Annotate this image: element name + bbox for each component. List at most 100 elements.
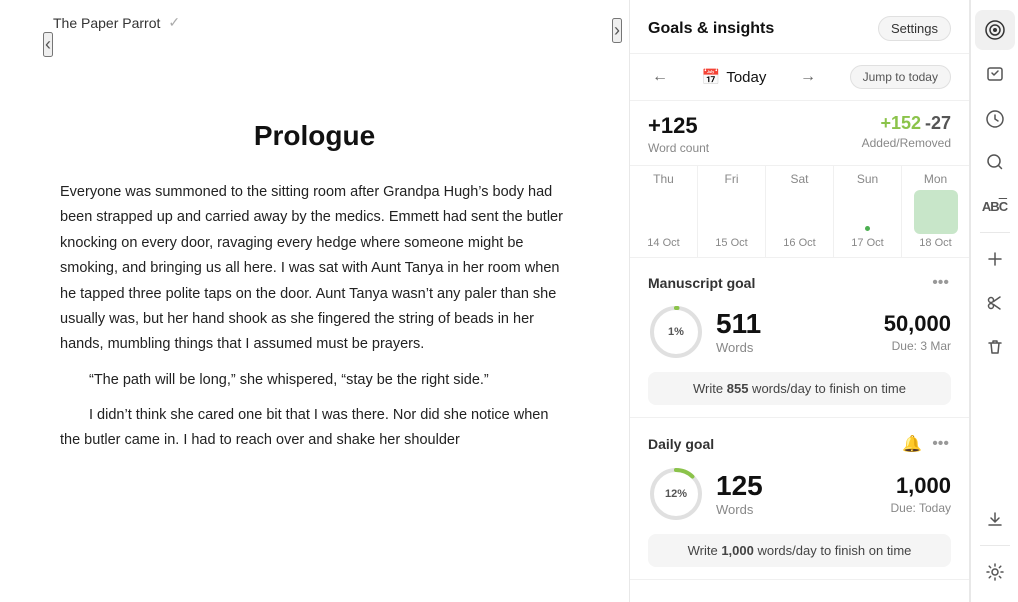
manuscript-cta-button[interactable]: Write 855 words/day to finish on time <box>648 372 951 405</box>
cal-day-dot <box>865 226 870 231</box>
prev-date-button[interactable]: ← <box>648 64 672 90</box>
daily-numbers: 125 Words <box>716 472 763 517</box>
daily-cta-bold: 1,000 <box>721 543 754 558</box>
cal-day-date: 16 Oct <box>783 237 815 249</box>
manuscript-goal-main: 1% 511 Words 50,000 Due: 3 Mar <box>648 304 951 360</box>
manuscript-goal-title: Manuscript goal <box>648 275 755 291</box>
download-icon-button[interactable] <box>975 499 1015 539</box>
manuscript-goal-actions: ••• <box>930 272 951 294</box>
cal-day-date: 18 Oct <box>919 237 951 249</box>
settings-icon-button[interactable] <box>975 552 1015 592</box>
calendar-day[interactable]: Sat16 Oct <box>766 166 834 257</box>
manuscript-goal-header: Manuscript goal ••• <box>648 272 951 294</box>
cal-day-name: Fri <box>725 172 739 186</box>
calendar-day[interactable]: Sun17 Oct <box>834 166 902 257</box>
daily-cta-end: words/day to finish on time <box>754 543 912 558</box>
added-count: +152 <box>880 113 921 134</box>
paragraph-1: Everyone was summoned to the sitting roo… <box>60 180 569 358</box>
word-count-section: +125 Word count <box>648 113 709 155</box>
sidebar-divider-1 <box>980 232 1010 233</box>
goals-settings-button[interactable]: Settings <box>878 16 951 41</box>
daily-goal-header: Daily goal 🔔 ••• <box>648 432 951 456</box>
removed-count: -27 <box>925 113 951 134</box>
daily-percent-label: 12% <box>665 488 687 500</box>
calendar-day[interactable]: Mon 18 Oct <box>902 166 969 257</box>
manuscript-due-label: Due: 3 Mar <box>892 339 951 353</box>
cal-day-box <box>710 190 754 234</box>
target-icon <box>985 20 1005 40</box>
calendar-day[interactable]: Fri 15 Oct <box>698 166 766 257</box>
manuscript-goal-card: Manuscript goal ••• 1% 511 Words <box>630 258 969 418</box>
manuscript-target: 50,000 Due: 3 Mar <box>884 311 951 353</box>
manuscript-cta-end: words/day to finish on time <box>748 381 906 396</box>
settings-icon <box>985 562 1005 582</box>
spellcheck-icon-button[interactable]: ABC <box>975 186 1015 226</box>
checklist-icon-button[interactable] <box>975 54 1015 94</box>
clock-icon-button[interactable] <box>975 98 1015 138</box>
next-date-button[interactable]: → <box>796 64 820 90</box>
daily-goal-bell-button[interactable]: 🔔 <box>900 432 924 456</box>
cal-day-box <box>914 190 958 234</box>
writing-area: ‹ The Paper Parrot ✓ › Prologue Everyone… <box>0 0 630 602</box>
paragraph-3: I didn’t think she cared one bit that I … <box>60 403 569 454</box>
manuscript-goal-circle: 1% <box>648 304 704 360</box>
daily-due-label: Due: Today <box>891 501 952 515</box>
calendar-strip: Thu 14 Oct Fri 15 Oct Sat16 OctSun17 Oct Mon 1… <box>630 166 969 258</box>
clock-icon <box>985 108 1005 128</box>
manuscript-goal-more-button[interactable]: ••• <box>930 272 951 294</box>
scissors-icon <box>985 293 1005 313</box>
plus-icon <box>985 249 1005 269</box>
cal-day-date: 15 Oct <box>715 237 747 249</box>
cal-day-box <box>642 190 686 234</box>
goals-title: Goals & insights <box>648 20 774 38</box>
daily-goal-more-button[interactable]: ••• <box>930 433 951 455</box>
word-count-number: +125 <box>648 113 709 139</box>
manuscript-target-number: 50,000 <box>884 311 951 337</box>
search-icon <box>985 152 1005 172</box>
daily-goal-main: 12% 125 Words 1,000 Due: Today <box>648 466 951 522</box>
sidebar-divider-2 <box>980 545 1010 546</box>
checklist-icon <box>985 64 1005 84</box>
date-center: 📅 Today <box>702 68 767 86</box>
cal-day-name: Thu <box>653 172 674 186</box>
next-doc-button[interactable]: › <box>612 18 622 43</box>
scissors-icon-button[interactable] <box>975 283 1015 323</box>
trash-icon-button[interactable] <box>975 327 1015 367</box>
cal-day-box <box>846 190 890 234</box>
current-date-label: Today <box>726 69 766 86</box>
prev-doc-button[interactable]: ‹ <box>43 32 53 57</box>
download-icon <box>985 509 1005 529</box>
body-text: Everyone was summoned to the sitting roo… <box>60 180 569 454</box>
daily-target-number: 1,000 <box>896 473 951 499</box>
cal-day-box <box>778 190 822 234</box>
paragraph-2: “The path will be long,” she whispered, … <box>60 368 569 393</box>
doc-title: The Paper Parrot <box>53 15 160 31</box>
word-count-label: Word count <box>648 141 709 155</box>
cal-day-date: 17 Oct <box>851 237 883 249</box>
added-removed-label: Added/Removed <box>862 136 951 150</box>
added-removed-numbers: +152 -27 <box>880 113 951 134</box>
date-navigation: ← 📅 Today → Jump to today <box>630 54 969 101</box>
daily-goal-title: Daily goal <box>648 436 714 452</box>
plus-icon-button[interactable] <box>975 239 1015 279</box>
jump-today-button[interactable]: Jump to today <box>850 65 951 89</box>
manuscript-cta-bold: 855 <box>727 381 749 396</box>
manuscript-numbers: 511 Words <box>716 310 761 355</box>
trash-icon <box>985 337 1005 357</box>
manuscript-words-label: Words <box>716 340 761 355</box>
target-icon-button[interactable] <box>975 10 1015 50</box>
daily-goal-actions: 🔔 ••• <box>900 432 951 456</box>
goals-header: Goals & insights Settings <box>630 0 969 54</box>
check-icon: ✓ <box>168 14 180 31</box>
daily-goal-card: Daily goal 🔔 ••• 12% 125 Words <box>630 418 969 580</box>
daily-cta-button[interactable]: Write 1,000 words/day to finish on time <box>648 534 951 567</box>
cal-day-date: 14 Oct <box>647 237 679 249</box>
manuscript-percent-label: 1% <box>668 326 684 338</box>
spellcheck-icon: ABC <box>982 199 1007 214</box>
cal-day-name: Mon <box>924 172 947 186</box>
daily-goal-circle: 12% <box>648 466 704 522</box>
search-icon-button[interactable] <box>975 142 1015 182</box>
daily-words-label: Words <box>716 502 763 517</box>
calendar-icon: 📅 <box>702 68 721 86</box>
calendar-day[interactable]: Thu 14 Oct <box>630 166 698 257</box>
